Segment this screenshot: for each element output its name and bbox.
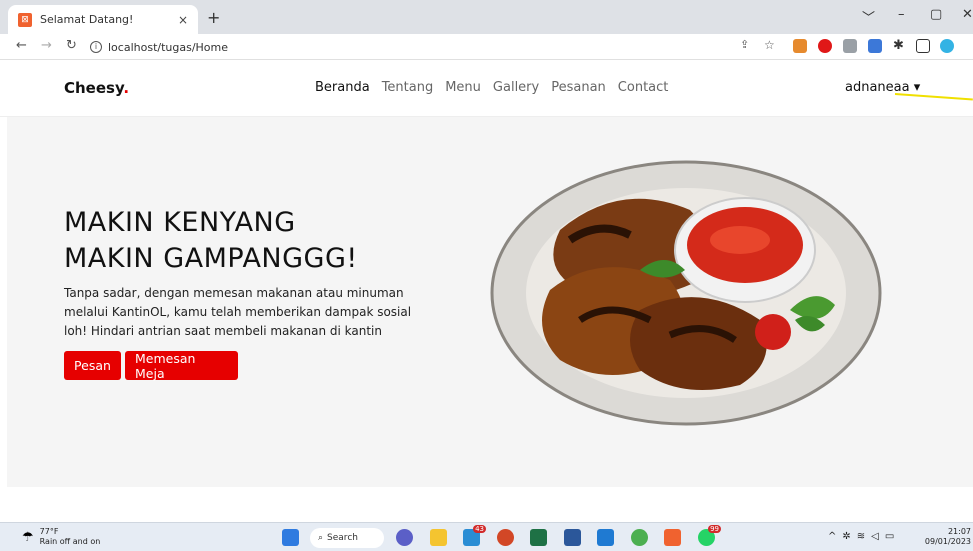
maximize-button[interactable]: ▢ <box>930 7 942 22</box>
speaker-icon[interactable]: ◁ <box>871 531 879 542</box>
taskbar-search[interactable]: ⌕ Search <box>310 528 384 548</box>
brand-dot: . <box>123 79 130 97</box>
hero-title-line1: MAKIN KENYANG <box>64 207 296 238</box>
whatsapp-badge: 99 <box>708 525 721 533</box>
battery-icon[interactable]: ▭ <box>885 531 894 542</box>
search-label: Search <box>327 533 358 543</box>
whatsapp-icon[interactable]: 99 <box>698 525 721 546</box>
nav-beranda[interactable]: Beranda <box>315 80 370 95</box>
site-navbar: Cheesy. Beranda Tentang Menu Gallery Pes… <box>0 60 973 117</box>
url-text: localhost/tugas/Home <box>108 40 229 54</box>
hero-title-line2: MAKIN GAMPANGGG! <box>64 243 358 274</box>
weather-widget[interactable]: ☂ 77°F Rain off and on <box>22 527 100 547</box>
rain-cloud-icon: ☂ <box>22 529 34 545</box>
chevron-up-icon[interactable]: ^ <box>828 531 836 542</box>
hero-title: MAKIN KENYANG MAKIN GAMPANGGG! <box>64 205 358 277</box>
xampp-icon[interactable] <box>664 529 681 546</box>
nav-contact[interactable]: Contact <box>618 80 669 95</box>
search-icon: ⌕ <box>318 533 324 543</box>
nav-tentang[interactable]: Tentang <box>382 80 434 95</box>
file-explorer-icon[interactable] <box>430 529 447 546</box>
brand-logo[interactable]: Cheesy. <box>64 79 129 97</box>
back-icon[interactable]: ← <box>16 38 27 53</box>
vscode-icon[interactable] <box>597 529 614 546</box>
metamask-extension-icon[interactable] <box>793 39 807 53</box>
bluetooth-icon[interactable]: ✲ <box>842 531 850 542</box>
extension-icon[interactable] <box>868 39 882 53</box>
weather-desc: Rain off and on <box>39 537 101 546</box>
reload-icon[interactable]: ↻ <box>66 38 77 53</box>
windows-taskbar: ☂ 77°F Rain off and on ⌕ Search 43 99 ^ … <box>0 522 973 551</box>
new-tab-button[interactable]: + <box>207 8 220 27</box>
chrome-icon[interactable] <box>631 529 648 546</box>
brand-name: Cheesy <box>64 79 124 97</box>
tab-close-icon[interactable]: × <box>178 13 188 27</box>
close-window-button[interactable]: ✕ <box>962 7 973 22</box>
share-icon[interactable]: ⇪ <box>740 38 749 51</box>
reserve-table-button[interactable]: Memesan Meja <box>125 351 238 381</box>
excel-icon[interactable] <box>530 529 547 546</box>
puzzle-icon[interactable]: ✱ <box>893 38 904 53</box>
hero-description: Tanpa sadar, dengan memesan makanan atau… <box>64 286 412 338</box>
telegram-badge: 43 <box>473 525 486 533</box>
tab-title: Selamat Datang! <box>40 13 134 26</box>
address-bar[interactable]: i localhost/tugas/Home <box>90 37 790 57</box>
powerpoint-icon[interactable] <box>497 529 514 546</box>
weather-temp: 77°F <box>39 527 59 536</box>
word-icon[interactable] <box>564 529 581 546</box>
main-menu: Beranda Tentang Menu Gallery Pesanan Con… <box>315 80 668 95</box>
clock[interactable]: 21:07 09/01/2023 <box>925 527 971 547</box>
nav-pesanan[interactable]: Pesanan <box>551 80 606 95</box>
minimize-button[interactable]: – <box>898 7 905 22</box>
teams-chat-icon[interactable] <box>396 529 413 546</box>
system-tray: ^ ✲ ≋ ◁ ▭ <box>828 531 894 542</box>
page-footer-gap <box>0 487 973 522</box>
clock-time: 21:07 <box>947 527 971 536</box>
browser-toolbar: ← → ↻ i localhost/tugas/Home ⇪ ☆ ✱ <box>0 34 973 60</box>
tab-search-icon[interactable]: ﹀ <box>862 7 875 26</box>
camera-extension-icon[interactable] <box>843 39 857 53</box>
food-plate-image <box>490 160 882 426</box>
bookmark-star-icon[interactable]: ☆ <box>764 38 775 52</box>
user-dropdown[interactable]: adnaneaa ▾ <box>845 80 920 95</box>
opera-extension-icon[interactable] <box>818 39 832 53</box>
browser-tab[interactable]: ⊠ Selamat Datang! × <box>8 5 198 34</box>
telegram-icon[interactable]: 43 <box>463 525 486 546</box>
order-button[interactable]: Pesan <box>64 351 121 380</box>
clock-date: 09/01/2023 <box>924 537 971 546</box>
favicon-icon: ⊠ <box>18 12 32 27</box>
nav-menu[interactable]: Menu <box>445 80 481 95</box>
info-icon[interactable]: i <box>90 41 102 53</box>
profile-avatar[interactable] <box>940 39 954 53</box>
sidepanel-icon[interactable] <box>916 39 930 53</box>
forward-icon[interactable]: → <box>41 38 52 53</box>
start-icon[interactable] <box>282 529 299 546</box>
browser-tab-strip: ⊠ Selamat Datang! × + ﹀ – ▢ ✕ <box>0 0 973 34</box>
wifi-icon[interactable]: ≋ <box>857 531 865 542</box>
nav-gallery[interactable]: Gallery <box>493 80 539 95</box>
